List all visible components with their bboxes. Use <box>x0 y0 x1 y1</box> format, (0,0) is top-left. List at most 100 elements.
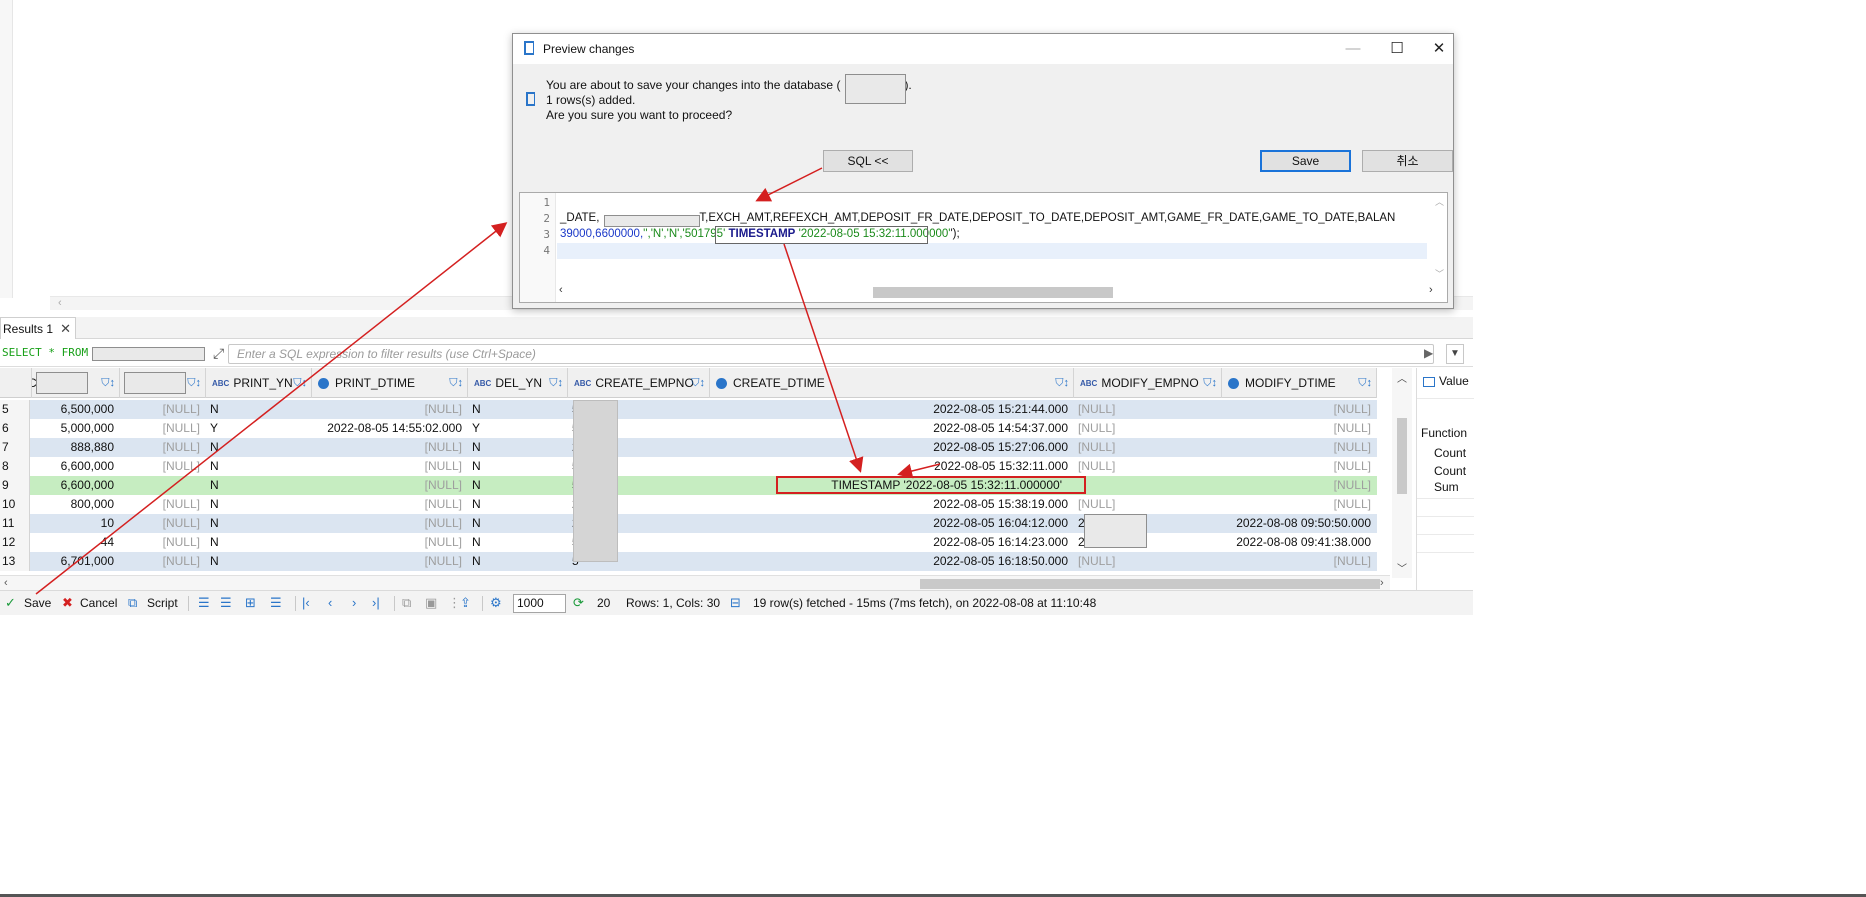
scroll-right-icon[interactable]: › <box>1429 284 1433 296</box>
cell-print-yn[interactable]: N <box>206 400 312 419</box>
script-icon[interactable]: ⧉ <box>128 591 137 615</box>
scrollbar-thumb[interactable] <box>873 287 1113 298</box>
cell-create-dtime[interactable]: 2022-08-05 15:27:06.000 <box>710 438 1074 457</box>
table-row[interactable]: 86,600,000[NULL]N[NULL]N52022-08-05 15:3… <box>0 457 1377 476</box>
scroll-down-icon[interactable]: ﹀ <box>1397 560 1407 575</box>
filter-sort-icon[interactable]: ⛉↕ <box>691 368 705 398</box>
row-number[interactable]: 9 <box>0 476 30 495</box>
cell-del-yn[interactable]: N <box>468 400 568 419</box>
function-item[interactable]: Count <box>1434 446 1466 460</box>
scroll-left-icon[interactable]: ‹ <box>559 284 563 296</box>
cell-modify-dtime[interactable]: 2022-08-08 09:50:50.000 <box>1222 514 1377 533</box>
filter-input[interactable]: Enter a SQL expression to filter results… <box>228 344 1434 364</box>
table-row[interactable]: 7888,880[NULL]N[NULL]N22022-08-05 15:27:… <box>0 438 1377 457</box>
cell-modify-empno[interactable] <box>1074 476 1222 495</box>
cell-c2[interactable]: [NULL] <box>120 419 206 438</box>
cell-print-yn[interactable]: N <box>206 514 312 533</box>
scroll-right-icon[interactable]: › <box>1380 577 1384 589</box>
column-header-create-empno[interactable]: ABC CREATE_EMPNO ⛉↕ <box>568 368 710 398</box>
cell-del-yn[interactable]: N <box>468 552 568 571</box>
cell-create-dtime[interactable]: 2022-08-05 16:14:23.000 <box>710 533 1074 552</box>
filter-sort-icon[interactable]: ⛉↕ <box>293 368 307 398</box>
minimize-icon[interactable]: — <box>1339 38 1367 60</box>
table-row[interactable]: 56,500,000[NULL]N[NULL]N52022-08-05 15:2… <box>0 400 1377 419</box>
dialog-titlebar[interactable]: Preview changes — ☐ ✕ <box>513 34 1453 64</box>
cell-amt[interactable]: 6,600,000 <box>32 476 120 495</box>
table-row[interactable]: 1110[NULL]N[NULL]N22022-08-05 16:04:12.0… <box>0 514 1377 533</box>
cell-print-dtime[interactable]: [NULL] <box>312 457 468 476</box>
cancel-button[interactable]: 취소 <box>1362 150 1453 172</box>
cell-create-dtime[interactable]: 2022-08-05 15:21:44.000 <box>710 400 1074 419</box>
column-header-print-dtime[interactable]: PRINT_DTIME ⛉↕ <box>312 368 468 398</box>
expand-icon[interactable]: ⤢ <box>213 345 224 362</box>
row-number[interactable]: 11 <box>0 514 30 533</box>
column-header-modify-dtime[interactable]: MODIFY_DTIME ⛉↕ <box>1222 368 1377 398</box>
cell-amt[interactable]: 6,600,000 <box>32 457 120 476</box>
cell-modify-dtime[interactable]: [NULL] <box>1222 552 1377 571</box>
cell-print-dtime[interactable]: [NULL] <box>312 400 468 419</box>
cell-print-yn[interactable]: N <box>206 438 312 457</box>
grid-vertical-scrollbar[interactable]: ︿ ﹀ <box>1392 368 1412 578</box>
cell-modify-dtime[interactable]: [NULL] <box>1222 438 1377 457</box>
function-item[interactable]: Sum <box>1434 480 1459 494</box>
cell-print-dtime[interactable]: [NULL] <box>312 533 468 552</box>
fetch-size-input[interactable]: 1000 <box>513 594 566 613</box>
tab-results-1[interactable]: Results 1 ✕ <box>0 317 77 339</box>
cell-c2[interactable] <box>120 476 206 495</box>
layout-icon[interactable]: ▣ <box>425 591 437 615</box>
cell-amt[interactable]: 6,701,000 <box>32 552 120 571</box>
scrollbar-thumb[interactable] <box>920 579 1380 589</box>
cell-modify-dtime[interactable]: [NULL] <box>1222 419 1377 438</box>
save-button[interactable]: Save <box>1260 150 1351 172</box>
scroll-up-icon[interactable]: ︿ <box>1435 195 1444 208</box>
last-page-icon[interactable]: ›| <box>372 591 380 615</box>
column-header-del-yn[interactable]: ABC DEL_YN ⛉↕ <box>468 368 568 398</box>
cell-c2[interactable]: [NULL] <box>120 514 206 533</box>
sql-horizontal-scrollbar[interactable]: ‹ › <box>557 284 1447 300</box>
panels-icon[interactable]: ⧉ <box>402 591 411 615</box>
delete-row-icon[interactable]: ☰ <box>270 591 282 615</box>
filter-sort-icon[interactable]: ⛉↕ <box>449 368 463 398</box>
cell-amt[interactable]: 5,000,000 <box>32 419 120 438</box>
close-icon[interactable]: ✕ <box>1425 38 1453 60</box>
previous-page-icon[interactable]: ‹ <box>328 591 332 615</box>
cell-print-yn[interactable]: N <box>206 552 312 571</box>
cell-modify-dtime[interactable]: 2022-08-08 09:41:38.000 <box>1222 533 1377 552</box>
filter-sort-icon[interactable]: ⛉↕ <box>1203 368 1217 398</box>
scroll-down-icon[interactable]: ﹀ <box>1435 267 1444 280</box>
filter-sort-icon[interactable]: ⛉↕ <box>1055 368 1069 398</box>
cell-print-dtime[interactable]: [NULL] <box>312 552 468 571</box>
cell-c2[interactable]: [NULL] <box>120 495 206 514</box>
row-number[interactable]: 7 <box>0 438 30 457</box>
cell-amt[interactable]: 800,000 <box>32 495 120 514</box>
save-button[interactable]: Save <box>24 591 51 615</box>
cell-print-dtime[interactable]: [NULL] <box>312 495 468 514</box>
scroll-left-icon[interactable]: ‹ <box>4 577 8 589</box>
cell-amt[interactable]: 888,880 <box>32 438 120 457</box>
row-number[interactable]: 13 <box>0 552 30 571</box>
add-row-icon[interactable]: ☰ <box>220 591 232 615</box>
cell-modify-dtime[interactable]: [NULL] <box>1222 476 1377 495</box>
cell-print-yn[interactable]: Y <box>206 419 312 438</box>
run-filter-icon[interactable]: ▶ <box>1424 346 1433 360</box>
table-row[interactable]: 10800,000[NULL]N[NULL]N22022-08-05 15:38… <box>0 495 1377 514</box>
cell-modify-empno[interactable]: [NULL] <box>1074 495 1222 514</box>
cell-print-dtime[interactable]: [NULL] <box>312 514 468 533</box>
table-row[interactable]: 6 5,000,000 [NULL] Y 2022-08-05 14:55:02.000… <box>0 419 1377 438</box>
cell-modify-dtime[interactable]: [NULL] <box>1222 400 1377 419</box>
scroll-left-icon[interactable]: ‹ <box>58 297 62 309</box>
row-number[interactable]: 10 <box>0 495 30 514</box>
edit-row-icon[interactable]: ☰ <box>198 591 210 615</box>
column-header-modify-empno[interactable]: ABC MODIFY_EMPNO ⛉↕ <box>1074 368 1222 398</box>
cell-print-yn[interactable]: N <box>206 476 312 495</box>
cell-create-dtime[interactable]: 2022-08-05 15:32:11.000 <box>710 457 1074 476</box>
cell-del-yn[interactable]: N <box>468 457 568 476</box>
cancel-button[interactable]: Cancel <box>80 591 117 615</box>
save-icon[interactable]: ✓ <box>5 591 16 615</box>
export-icon[interactable]: ⇪ <box>460 591 471 615</box>
refresh-icon[interactable]: ⟳ <box>573 591 584 615</box>
cell-print-yn[interactable]: N <box>206 533 312 552</box>
row-number[interactable]: 5 <box>0 400 30 419</box>
cell-create-dtime[interactable]: 2022-08-05 16:04:12.000 <box>710 514 1074 533</box>
value-panel-title[interactable]: Value <box>1423 374 1469 388</box>
